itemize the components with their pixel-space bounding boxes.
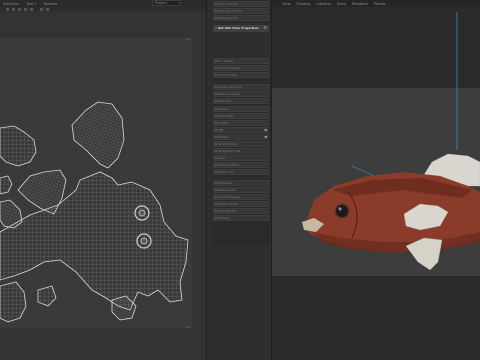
tool-unwrap-uv[interactable]: Unwrap UV Tool — [213, 8, 269, 14]
tool-layout[interactable]: Layout — [213, 106, 269, 112]
tool-icon — [215, 10, 217, 12]
option-box-icon[interactable]: ▪ — [264, 128, 267, 132]
tool-symmetrize[interactable]: Symmetrize — [213, 208, 269, 214]
tool-split-uvs[interactable]: Split UVs — [213, 98, 269, 104]
tool-icon — [215, 122, 217, 124]
tool-stack-shells[interactable]: Stack Shells — [213, 187, 269, 193]
tool-icon — [215, 182, 217, 184]
tool-icon — [215, 171, 217, 173]
gear-icon[interactable]: ⚙ — [263, 26, 267, 30]
tool-auto-unwrap[interactable]: Auto Unwrap — [213, 1, 269, 7]
tool-optimize-uvs[interactable]: Optimize UVs — [213, 15, 269, 21]
tool-icon — [215, 67, 217, 69]
tool-icon — [215, 143, 217, 145]
tool-uv-toolkit[interactable]: UV Toolkit — [213, 58, 269, 64]
tool-match-uvs[interactable]: Match UVs — [213, 169, 269, 175]
tool-icon — [215, 17, 217, 19]
tool-snap-together[interactable]: Snap Together — [213, 162, 269, 168]
tool-cut-and-sew[interactable]: Cut and Sew — [213, 72, 269, 78]
tool-icon — [215, 3, 217, 5]
tool-unitize[interactable]: Unitize — [213, 120, 269, 126]
tool-icon — [215, 157, 217, 159]
uv-toolkit-panel: Auto Unwrap Unwrap UV Tool Optimize UVs … — [206, 0, 272, 360]
uv-shell-dorsal — [71, 101, 125, 169]
tool-align[interactable]: Align — [213, 155, 269, 161]
tool-icon — [215, 196, 217, 198]
tool-icon — [215, 100, 217, 102]
fish-model — [302, 12, 480, 271]
uv-eye-ring — [140, 237, 148, 245]
uv-shells-layer — [0, 101, 189, 323]
tool-normalize[interactable]: Normalize — [213, 113, 269, 119]
tool-icon — [215, 203, 217, 205]
uv-shell-fin-2 — [37, 285, 57, 307]
tool-icon — [215, 217, 217, 219]
tool-icon — [215, 189, 217, 191]
tool-gather-shells[interactable]: Gather Shells — [213, 201, 269, 207]
tool-rotate[interactable]: Rotate ▪ — [213, 134, 269, 140]
tool-create-uv-shell[interactable]: Create UV Shell — [213, 84, 269, 90]
tool-icon — [215, 86, 217, 88]
tool-icon — [215, 93, 217, 95]
uv-shell-pelvic — [0, 199, 23, 229]
tool-orient-shells[interactable]: Orient Shells — [213, 141, 269, 147]
uv-shell-small — [0, 175, 13, 195]
tool-camera-based[interactable]: Camera-Based — [213, 65, 269, 71]
tool-icon — [215, 164, 217, 166]
tool-unstack-shells[interactable]: Unstack Shells — [213, 194, 269, 200]
tool-pinning[interactable]: Pinning — [213, 215, 269, 221]
tool-icon — [215, 136, 217, 138]
tool-set-uvs-from-projection[interactable]: Set UVs from Projection ⚙ — [213, 25, 269, 32]
uv-eye-ring — [138, 209, 146, 217]
uv-shell-lower — [0, 281, 27, 323]
tool-icon — [215, 108, 217, 110]
tool-icon — [215, 210, 217, 212]
tool-icon — [215, 150, 217, 152]
tool-icon — [215, 27, 217, 29]
tool-flip[interactable]: Flip ▪ — [213, 127, 269, 133]
tool-icon — [215, 60, 217, 62]
tool-distribute[interactable]: Distribute — [213, 180, 269, 186]
uv-editor-panel: Selection Tool 1 Toolsets Project ▾ 1,1 … — [0, 0, 206, 360]
uv-shell-gill — [0, 125, 37, 167]
option-box-icon[interactable]: ▪ — [264, 135, 267, 139]
tool-icon — [215, 129, 217, 131]
viewport-panel: View Shading Lighting Show Renderer Pane… — [272, 0, 480, 360]
tool-move-and-sew[interactable]: Move and Sew — [213, 91, 269, 97]
fish-eye — [334, 203, 350, 219]
tool-straighten-uvs[interactable]: Straighten UVs — [213, 148, 269, 154]
tool-icon — [215, 74, 217, 76]
tool-icon — [215, 115, 217, 117]
fish-eye-highlight — [338, 207, 342, 211]
